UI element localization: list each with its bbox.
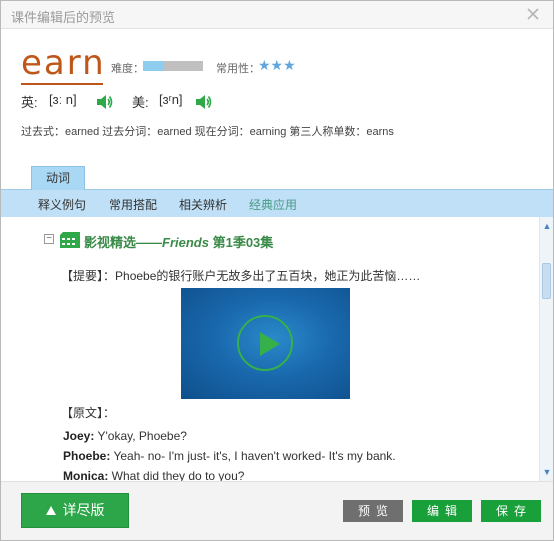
us-phonetic: [ɜʳn]: [159, 92, 183, 107]
section-title-suffix: 第1季03集: [208, 235, 274, 250]
collapse-toggle[interactable]: −: [44, 234, 54, 244]
uk-label: 英:: [21, 95, 38, 110]
dialogue-text: What did they do to you?: [108, 469, 245, 481]
film-icon: [60, 232, 80, 248]
dialogue-line: Monica: What did they do to you?: [63, 469, 244, 481]
close-icon[interactable]: [523, 4, 543, 24]
vertical-scrollbar[interactable]: ▲ ▼: [539, 217, 553, 481]
subnav-definitions[interactable]: 释义例句: [38, 196, 86, 213]
preview-button[interactable]: 预览: [343, 500, 403, 522]
frequency-label: 常用性：: [216, 63, 260, 75]
headword: earn: [21, 43, 106, 83]
dialogue-speaker: Phoebe:: [63, 449, 111, 463]
uk-phonetic: [ɜː n]: [49, 92, 77, 107]
play-icon[interactable]: [237, 315, 293, 371]
sub-navigation: 释义例句 常用搭配 相关辨析 经典应用: [1, 190, 553, 217]
preview-window: 课件编辑后的预览 earn 难度： 常用性： ★★★ 英: [ɜː n] 美: …: [0, 0, 554, 541]
original-label: 【原文】：: [61, 406, 116, 420]
dialogue-line: Phoebe: Yeah- no- I'm just- it's, I have…: [63, 449, 396, 463]
section-title-prefix: 影视精选——: [84, 235, 163, 250]
arrow-up-icon: [45, 506, 56, 515]
difficulty-label: 难度：: [111, 63, 144, 75]
title-bar: 课件编辑后的预览: [1, 1, 553, 29]
tab-verb[interactable]: 动词: [31, 166, 85, 191]
summary-text: Phoebe的银行账户无故多出了五百块，她正为此苦恼……: [115, 269, 421, 283]
section-title: 影视精选——Friends 第1季03集: [84, 232, 273, 251]
dialogue-line: Joey: Y'okay, Phoebe?: [63, 429, 187, 443]
part-of-speech-tabs: 动词: [1, 164, 553, 191]
save-button[interactable]: 保存: [481, 500, 541, 522]
scrollbar-thumb[interactable]: [542, 263, 551, 299]
scroll-up-icon[interactable]: ▲: [542, 221, 552, 231]
dialogue-speaker: Joey:: [63, 429, 95, 443]
subnav-collocations[interactable]: 常用搭配: [109, 196, 157, 213]
detailed-version-button[interactable]: 详尽版: [21, 493, 129, 528]
subnav-classic-usage[interactable]: 经典应用: [249, 196, 297, 213]
footer-bar: 详尽版 预览 编辑 保存: [1, 481, 553, 540]
us-label: 美:: [132, 95, 149, 110]
detailed-version-label: 详尽版: [62, 502, 105, 518]
dialogue-text: Y'okay, Phoebe?: [94, 429, 187, 443]
dialogue-speaker: Monica:: [63, 469, 109, 481]
content-panel: − 影视精选——Friends 第1季03集 【提要】：Phoebe的银行账户无…: [1, 217, 539, 481]
dialogue-text: Yeah- no- I'm just- it's, I haven't work…: [110, 449, 396, 463]
difficulty-bar: [143, 61, 203, 71]
scroll-down-icon[interactable]: ▼: [542, 467, 552, 477]
subnav-comparisons[interactable]: 相关辨析: [179, 196, 227, 213]
difficulty-bar-fill: [143, 61, 163, 71]
us-speaker-icon[interactable]: [194, 93, 212, 111]
summary: 【提要】：Phoebe的银行账户无故多出了五百块，她正为此苦恼……: [61, 267, 420, 284]
headword-underline: [21, 83, 103, 85]
word-forms: 过去式：earned 过去分词：earned 现在分词：earning 第三人称…: [21, 126, 394, 138]
video-player[interactable]: [181, 288, 350, 399]
window-title: 课件编辑后的预览: [11, 10, 116, 25]
frequency-stars: ★★★: [258, 57, 296, 73]
summary-label: 【提要】：: [61, 269, 116, 283]
uk-speaker-icon[interactable]: [95, 93, 113, 111]
section-title-show: Friends: [162, 235, 209, 250]
edit-button[interactable]: 编辑: [412, 500, 472, 522]
